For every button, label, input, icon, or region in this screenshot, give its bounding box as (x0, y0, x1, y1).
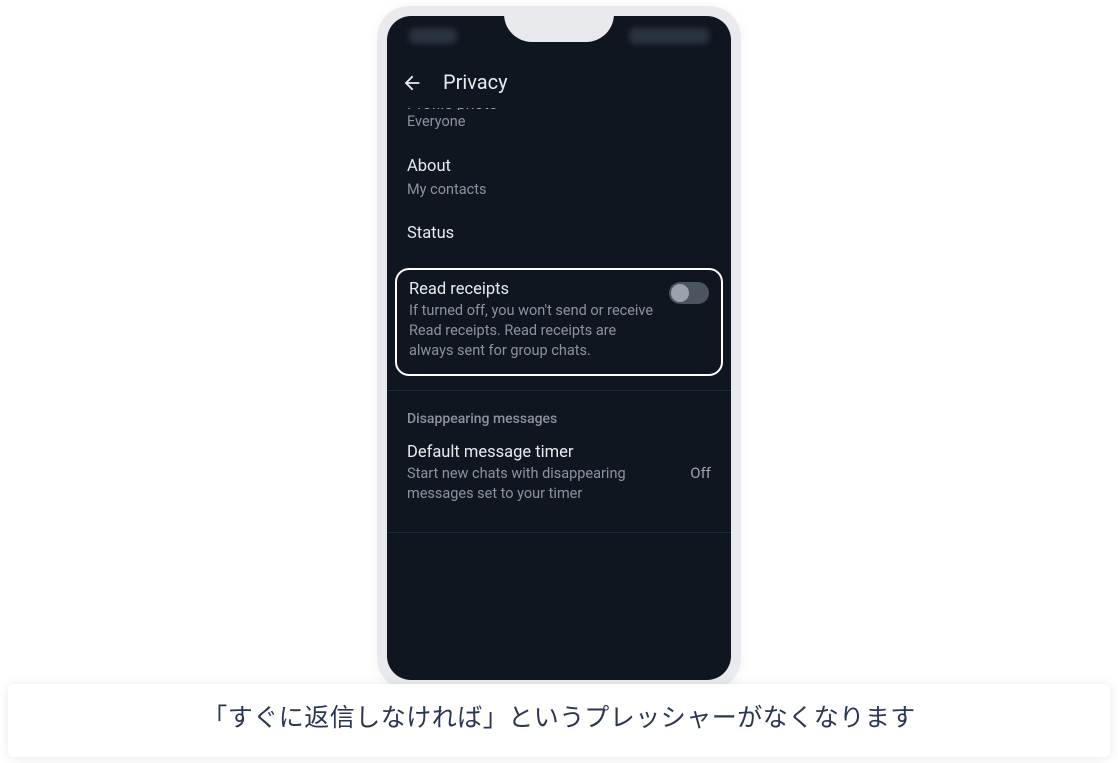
read-receipts-toggle[interactable] (669, 282, 709, 304)
phone-frame: Privacy Profile photo Everyone About My … (377, 6, 741, 690)
phone-notch (504, 16, 614, 42)
setting-title: Profile photo (407, 108, 711, 110)
setting-description: If turned off, you won't send or receive… (409, 301, 659, 362)
setting-profile-photo[interactable]: Profile photo Everyone (387, 108, 731, 146)
status-icons-blur (629, 28, 709, 44)
app-header: Privacy (387, 56, 731, 108)
timer-text: Default message timer Start new chats wi… (407, 443, 676, 505)
status-bar (387, 16, 731, 56)
setting-title: Default message timer (407, 443, 676, 462)
setting-value: Everyone (407, 112, 711, 132)
page-title: Privacy (443, 70, 508, 94)
setting-about[interactable]: About My contacts (387, 146, 731, 214)
setting-read-receipts-highlighted[interactable]: Read receipts If turned off, you won't s… (395, 268, 723, 376)
setting-status[interactable]: Status (387, 213, 731, 259)
section-header-disappearing: Disappearing messages (387, 391, 731, 437)
setting-title: Read receipts (409, 280, 659, 299)
section-divider (387, 532, 731, 533)
read-receipts-text: Read receipts If turned off, you won't s… (409, 280, 659, 362)
setting-title: Status (407, 223, 711, 245)
setting-value: My contacts (407, 180, 711, 200)
setting-value: Off (690, 464, 711, 482)
status-time-blur (409, 28, 457, 44)
caption-card: 「すぐに返信しなければ」というプレッシャーがなくなります (8, 684, 1110, 757)
toggle-knob (671, 284, 689, 302)
arrow-left-icon (401, 72, 423, 94)
setting-title: About (407, 156, 711, 178)
phone-screen: Privacy Profile photo Everyone About My … (387, 16, 731, 680)
setting-description: Start new chats with disappearing messag… (407, 464, 676, 505)
caption-text: 「すぐに返信しなければ」というプレッシャーがなくなります (28, 700, 1090, 739)
back-button[interactable] (401, 72, 421, 92)
settings-scroll[interactable]: Profile photo Everyone About My contacts… (387, 108, 731, 680)
setting-default-timer[interactable]: Default message timer Start new chats wi… (387, 437, 731, 519)
